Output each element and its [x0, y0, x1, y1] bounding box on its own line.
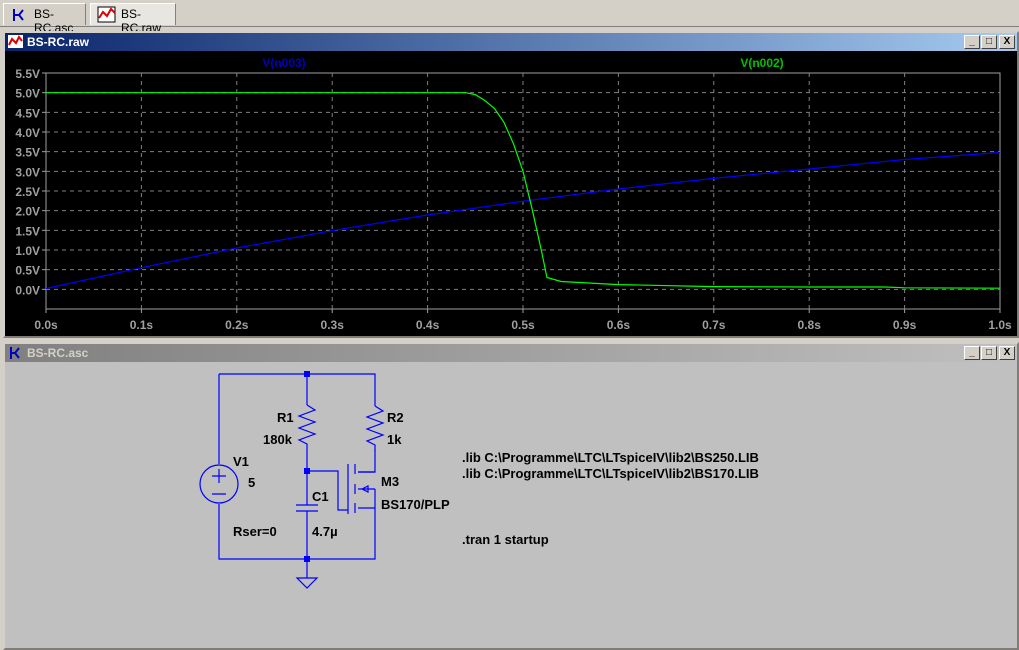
ground-symbol [295, 577, 319, 589]
x-tick-label: 0.9s [893, 318, 917, 332]
schematic-icon [13, 9, 24, 21]
close-button[interactable]: X [999, 35, 1015, 49]
tab-bar: BS-RC.asc BS-RC.raw [0, 0, 1019, 35]
y-tick-label: 3.5V [15, 146, 40, 160]
plot-window: BS-RC.raw _ □ X 0.0s 0.1s 0.2s 0.3s 0.4s 0.5s 0.… [3, 31, 1019, 338]
waveform-icon [8, 35, 23, 48]
y-tick-label: 0.5V [15, 264, 40, 278]
r2-value-label: 1k [387, 432, 402, 447]
y-tick-label: 2.0V [15, 205, 40, 219]
y-tick-label: 0.0V [15, 283, 40, 297]
r1-ref-label: R1 [277, 410, 294, 425]
spice-directive-lib2[interactable]: .lib C:\Programme\LTC\LTspiceIV\lib2\BS1… [462, 466, 759, 481]
x-tick-label: 0.4s [416, 318, 440, 332]
spice-directive-lib1[interactable]: .lib C:\Programme\LTC\LTspiceIV\lib2\BS2… [462, 450, 759, 465]
c1-ref-label: C1 [312, 489, 329, 504]
v1-value-label: 5 [248, 475, 255, 490]
y-tick-label: 4.0V [15, 126, 40, 140]
maximize-button[interactable]: □ [981, 346, 997, 360]
schematic-window: BS-RC.asc _ □ X V1 5 Rser=0 R1 180k R2 1k … [3, 342, 1019, 650]
tab-schematic[interactable]: BS-RC.asc [3, 3, 86, 35]
y-tick-label: 4.5V [15, 106, 40, 120]
x-tick-label: 0.3s [321, 318, 345, 332]
mosfet-m3[interactable] [347, 464, 376, 514]
v1-rser-label: Rser=0 [233, 524, 277, 539]
schematic-canvas[interactable]: V1 5 Rser=0 R1 180k R2 1k C1 4.7µ M3 BS1… [5, 362, 1017, 648]
window-title: BS-RC.raw [27, 35, 90, 49]
spice-directive-tran[interactable]: .tran 1 startup [462, 532, 549, 547]
r2-ref-label: R2 [387, 410, 404, 425]
y-tick-label: 1.5V [15, 224, 40, 238]
m3-ref-label: M3 [381, 474, 399, 489]
window-title: BS-RC.asc [27, 346, 89, 360]
x-tick-label: 0.6s [607, 318, 631, 332]
x-tick-label: 0.8s [798, 318, 822, 332]
x-tick-label: 0.0s [34, 318, 58, 332]
tab-waveform[interactable]: BS-RC.raw [90, 3, 176, 35]
x-tick-label: 1.0s [988, 318, 1012, 332]
v1-ref-label: V1 [233, 454, 249, 469]
minimize-button[interactable]: _ [964, 35, 980, 49]
y-tick-label: 3.0V [15, 165, 40, 179]
minimize-button[interactable]: _ [964, 346, 980, 360]
legend-label: V(n003) [262, 56, 305, 70]
y-tick-label: 2.5V [15, 185, 40, 199]
resistor-r2[interactable] [365, 405, 385, 451]
x-tick-label: 0.7s [702, 318, 726, 332]
waveform-icon [97, 6, 116, 23]
y-tick-label: 5.5V [15, 67, 40, 81]
schematic-icon [10, 347, 20, 359]
close-button[interactable]: X [999, 346, 1015, 360]
x-tick-label: 0.2s [225, 318, 249, 332]
voltage-source-v1[interactable] [199, 464, 239, 504]
resistor-r1[interactable] [297, 404, 317, 451]
legend-label: V(n002) [740, 56, 783, 70]
plot-window-titlebar[interactable]: BS-RC.raw _ □ X [5, 33, 1017, 51]
c1-value-label: 4.7µ [312, 524, 338, 539]
schematic-window-titlebar[interactable]: BS-RC.asc _ □ X [5, 344, 1017, 362]
r1-value-label: 180k [263, 432, 293, 447]
m3-value-label: BS170/PLP [381, 497, 450, 512]
x-tick-label: 0.5s [511, 318, 535, 332]
x-tick-label: 0.1s [130, 318, 154, 332]
maximize-button[interactable]: □ [981, 35, 997, 49]
y-tick-label: 5.0V [15, 87, 40, 101]
waveform-plot[interactable]: 0.0s 0.1s 0.2s 0.3s 0.4s 0.5s 0.6s 0.7s 0.8s 0.9s… [5, 51, 1017, 336]
wires [218, 373, 376, 578]
y-tick-label: 1.0V [15, 244, 40, 258]
